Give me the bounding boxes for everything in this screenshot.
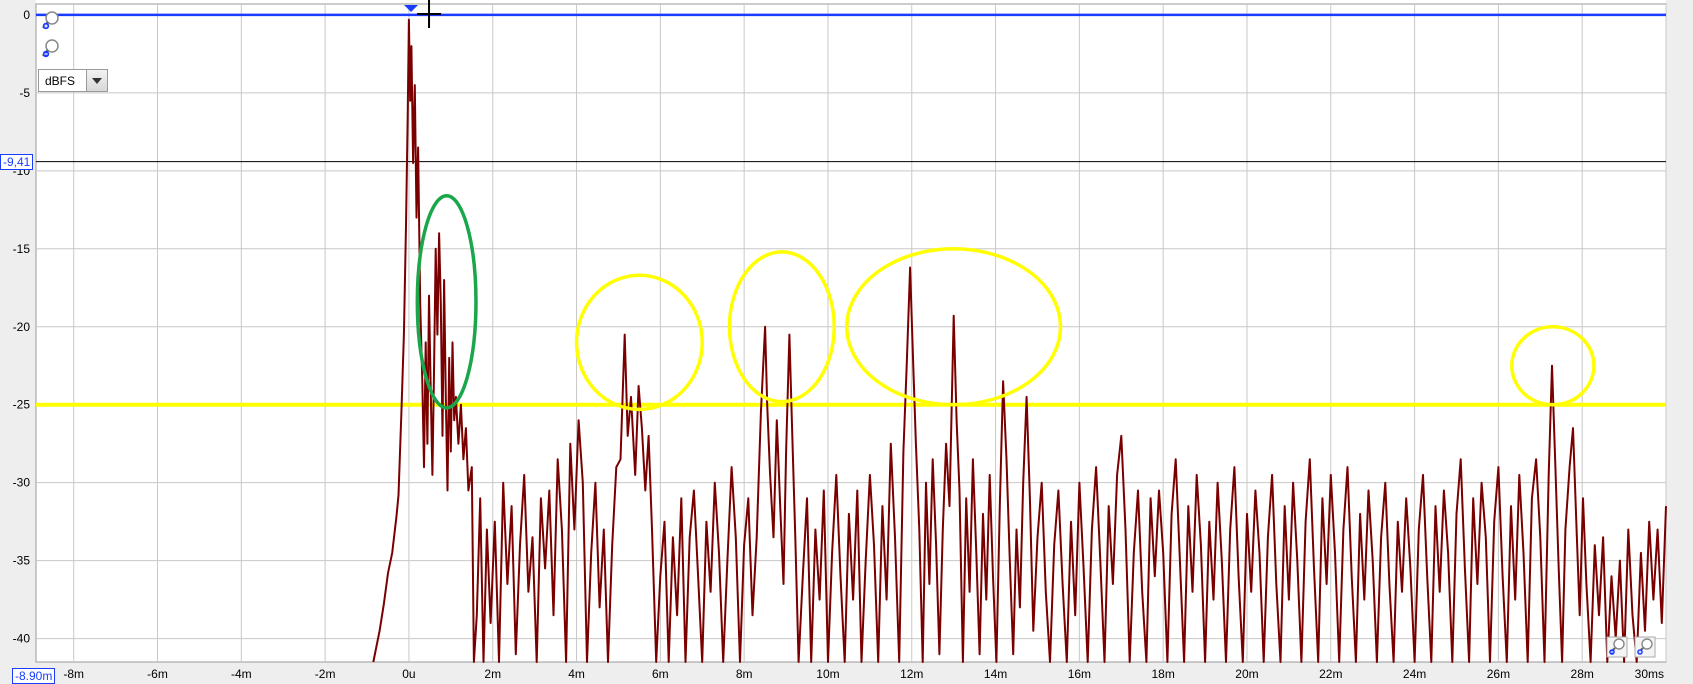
zoom-in-icon[interactable]: [40, 10, 62, 32]
x-tick-label: 0u: [402, 667, 415, 681]
y-tick-label: -20: [13, 320, 31, 334]
x-tick-label: -4m: [231, 667, 252, 681]
x-tick-label: 8m: [736, 667, 753, 681]
x-tick-label: 2m: [484, 667, 501, 681]
unit-select[interactable]: dBFS: [38, 69, 108, 92]
x-tick-label: 22m: [1319, 667, 1342, 681]
y-axis-strip: [0, 0, 36, 684]
y-tick-label: -40: [13, 632, 31, 646]
x-tick-label: 10m: [816, 667, 839, 681]
impulse-response-window: 0 -5 -10 -15 -20 -25 -30 -35 -40 -8m -6m -4m -2m 0u 2…: [0, 0, 1693, 684]
x-tick-label: 26m: [1487, 667, 1510, 681]
zoom-out-icon[interactable]: [40, 38, 62, 60]
y-tick-label: -15: [13, 242, 31, 256]
x-tick-label: 16m: [1068, 667, 1091, 681]
x-tick-label: 30ms: [1635, 667, 1664, 681]
x-tick-label: 6m: [652, 667, 669, 681]
y-tick-label: -5: [19, 86, 30, 100]
x-tick-label: 18m: [1152, 667, 1175, 681]
x-tick-label: -2m: [315, 667, 336, 681]
x-axis-strip: [0, 662, 1693, 684]
horizontal-zoom-out-icon[interactable]: [1606, 636, 1628, 658]
cursor-x-readout: -8.90m: [12, 668, 56, 684]
cursor-y-readout: -9,41: [0, 153, 34, 170]
x-tick-label: -8m: [63, 667, 84, 681]
y-tick-label: -30: [13, 476, 31, 490]
y-tick-label: -25: [13, 398, 31, 412]
chevron-down-icon[interactable]: [86, 70, 107, 91]
x-tick-label: 14m: [984, 667, 1007, 681]
horizontal-zoom-in-icon[interactable]: [1634, 636, 1656, 658]
x-tick-label: 24m: [1403, 667, 1426, 681]
y-tick-label: -35: [13, 554, 31, 568]
impulse-chart[interactable]: 0-5-10-15-20-25-30-35-40 -8m -6m -4m -2m 0u 2…: [0, 0, 1693, 684]
x-tick-label: 20m: [1235, 667, 1258, 681]
x-tick-label: 4m: [568, 667, 585, 681]
y-tick-label: 0: [23, 8, 30, 22]
right-edge-strip: [1666, 0, 1693, 684]
unit-select-value: dBFS: [45, 73, 76, 88]
x-tick-label: 28m: [1571, 667, 1594, 681]
x-tick-label: -6m: [147, 667, 168, 681]
x-tick-label: 12m: [900, 667, 923, 681]
